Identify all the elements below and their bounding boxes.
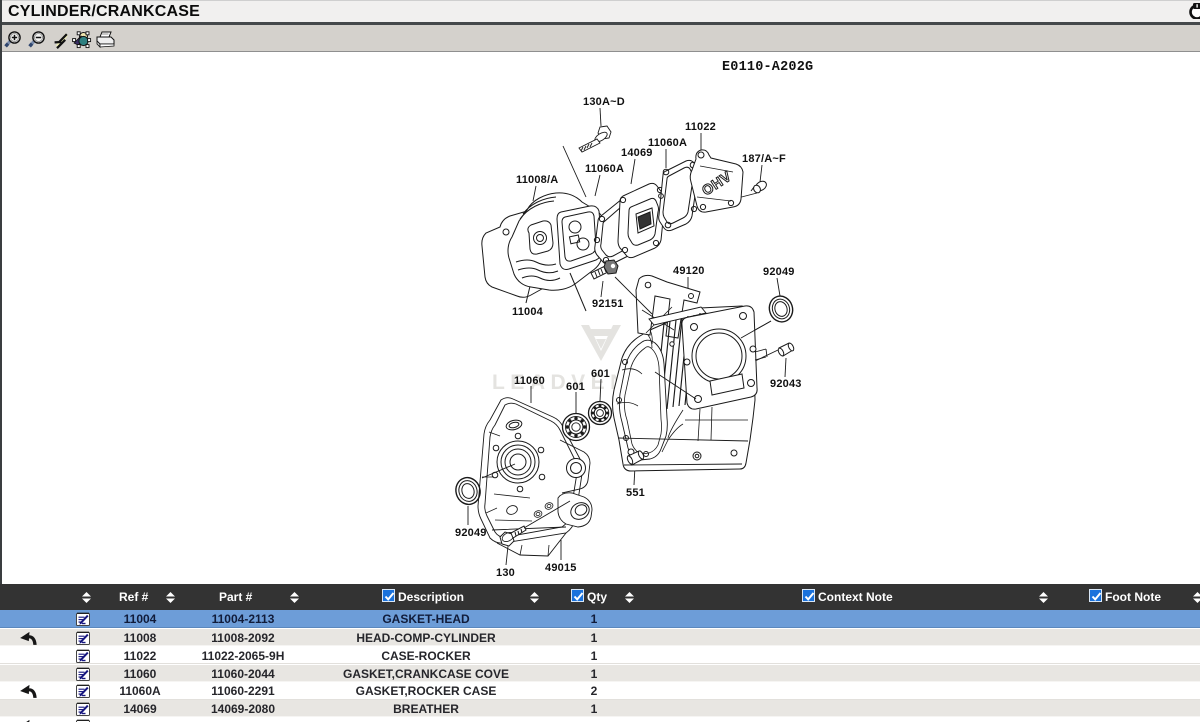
svg-text:130: 130 <box>496 567 515 579</box>
svg-text:92049: 92049 <box>763 266 795 278</box>
svg-text:11060A: 11060A <box>585 163 624 175</box>
svg-text:11004: 11004 <box>512 306 544 318</box>
svg-text:130A~D: 130A~D <box>583 96 625 108</box>
svg-text:601: 601 <box>591 368 610 380</box>
svg-text:11060: 11060 <box>514 375 545 387</box>
svg-text:92151: 92151 <box>592 298 624 310</box>
svg-text:49015: 49015 <box>545 562 577 574</box>
svg-text:11060A: 11060A <box>648 137 687 149</box>
svg-text:11022: 11022 <box>685 121 716 133</box>
svg-text:92049: 92049 <box>455 527 487 539</box>
svg-text:49120: 49120 <box>673 265 705 277</box>
svg-text:11008/A: 11008/A <box>516 174 558 186</box>
svg-text:187/A~F: 187/A~F <box>742 153 786 165</box>
svg-text:92043: 92043 <box>770 378 802 390</box>
svg-text:E0110-A202G: E0110-A202G <box>722 60 813 75</box>
svg-text:601: 601 <box>566 381 585 393</box>
svg-text:551: 551 <box>626 487 645 499</box>
